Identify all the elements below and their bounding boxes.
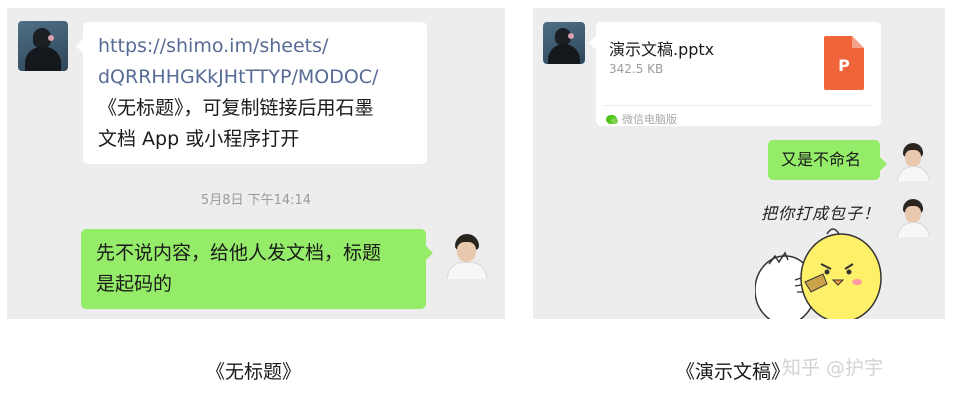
file-source: 微信电脑版 bbox=[606, 111, 677, 127]
message-timestamp: 5月8日 下午14:14 bbox=[200, 193, 312, 208]
incoming-link-message[interactable]: https://shimo.im/sheets/ dQRRHHGKkJHtTTY… bbox=[76, 22, 427, 164]
pptx-file-icon: P bbox=[824, 36, 864, 90]
shimo-link[interactable]: https://shimo.im/sheets/ bbox=[98, 31, 427, 62]
file-source-label: 微信电脑版 bbox=[622, 113, 677, 126]
message-text: 先不说内容，给他人发文档，标题 bbox=[96, 242, 382, 264]
self-avatar[interactable] bbox=[441, 229, 491, 279]
zhihu-watermark: 知乎 @护宇 bbox=[782, 357, 884, 379]
sender-avatar[interactable] bbox=[543, 22, 585, 64]
sticker-message[interactable]: 把你打成包子！ bbox=[755, 196, 885, 319]
chick-sticker-icon bbox=[755, 228, 882, 319]
message-text: 又是不命名 bbox=[781, 150, 862, 169]
self-avatar[interactable] bbox=[892, 195, 934, 237]
file-size: 342.5 KB bbox=[609, 62, 664, 76]
file-message-card[interactable]: 演示文稿.pptx 342.5 KB P 微信电脑版 bbox=[589, 22, 881, 127]
shimo-link-cont[interactable]: dQRRHHGKkJHtTTYP/MODOC/ bbox=[98, 62, 427, 93]
chat-panel-untitled: https://shimo.im/sheets/ dQRRHHGKkJHtTTY… bbox=[7, 8, 505, 319]
divider bbox=[604, 105, 873, 106]
caption-presentation: 《演示文稿》 bbox=[676, 361, 791, 383]
file-icon-letter: P bbox=[838, 56, 850, 75]
message-text: 是起码的 bbox=[96, 273, 173, 295]
self-avatar[interactable] bbox=[892, 139, 934, 181]
wechat-icon bbox=[606, 114, 618, 124]
sender-avatar[interactable] bbox=[18, 21, 68, 71]
message-text: 文档 App 或小程序打开 bbox=[98, 128, 300, 150]
message-text: 《无标题》，可复制链接后用石墨 bbox=[98, 97, 374, 119]
file-name: 演示文稿.pptx bbox=[609, 40, 715, 59]
outgoing-message[interactable]: 又是不命名 bbox=[768, 140, 887, 180]
chat-panel-presentation: 演示文稿.pptx 342.5 KB P 微信电脑版 又是不命名 把你打成包子！ bbox=[533, 8, 945, 319]
caption-untitled: 《无标题》 bbox=[206, 361, 302, 383]
outgoing-message[interactable]: 先不说内容，给他人发文档，标题 是起码的 bbox=[81, 229, 433, 309]
